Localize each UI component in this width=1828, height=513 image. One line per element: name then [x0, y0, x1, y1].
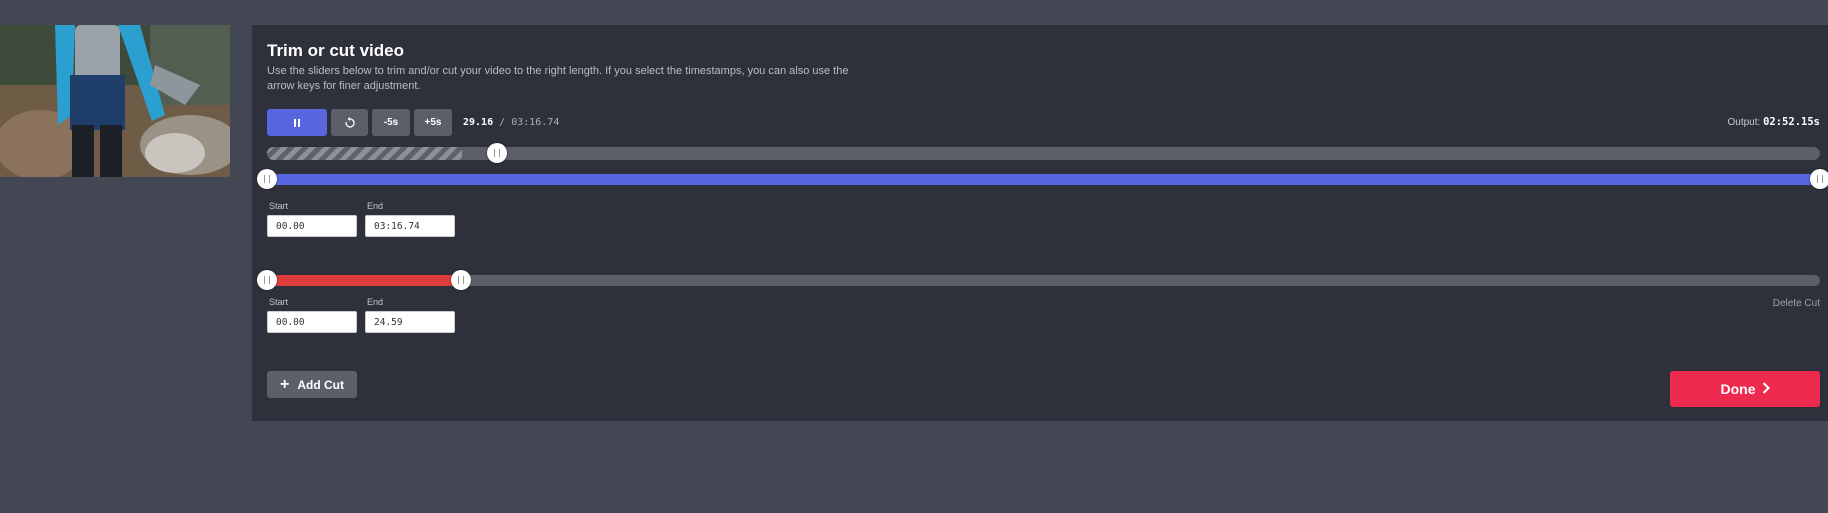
cut-start-handle[interactable]: [257, 270, 277, 290]
cut-end-handle[interactable]: [451, 270, 471, 290]
trim-range-bar: [267, 174, 1820, 185]
add-cut-label: Add Cut: [297, 377, 344, 392]
trim-start-input[interactable]: [267, 215, 357, 237]
output-label: Output:: [1727, 117, 1761, 128]
replay-icon: [344, 116, 355, 128]
playback-progress-played: [267, 147, 462, 160]
cut-start-input[interactable]: [267, 311, 357, 333]
cut-end-label: End: [367, 297, 384, 307]
plus-icon: +: [280, 375, 290, 393]
trim-end-input[interactable]: [365, 215, 455, 237]
output-duration: Output: 02:52.15s: [1728, 116, 1821, 128]
duration: 03:16.74: [511, 117, 560, 128]
timecode: 29.16 / 03:16.74: [463, 117, 559, 128]
rewind-5s-button[interactable]: -5s: [372, 109, 410, 136]
trim-start-label: Start: [269, 201, 289, 211]
done-label: Done: [1720, 381, 1756, 397]
cut-start-label: Start: [269, 297, 289, 307]
video-thumbnail: [0, 25, 230, 177]
current-time: 29.16: [463, 117, 494, 128]
pause-button[interactable]: [267, 109, 327, 136]
pause-icon: [294, 118, 300, 127]
trim-end-label: End: [367, 201, 384, 211]
cut-range-bar: [267, 275, 462, 286]
done-button[interactable]: Done: [1670, 371, 1820, 407]
forward-5s-button[interactable]: +5s: [414, 109, 452, 136]
playhead-handle[interactable]: [487, 143, 507, 163]
panel-title: Trim or cut video: [267, 41, 404, 60]
trim-panel: Trim or cut video Use the sliders below …: [252, 25, 1828, 421]
output-value: 02:52.15s: [1763, 116, 1820, 128]
replay-button[interactable]: [331, 109, 368, 136]
cut-end-input[interactable]: [365, 311, 455, 333]
trim-start-handle[interactable]: [257, 169, 277, 189]
trim-end-handle[interactable]: [1810, 169, 1828, 189]
cut-track: [267, 275, 1820, 286]
time-separator: /: [499, 117, 506, 128]
panel-description: Use the sliders below to trim and/or cut…: [267, 65, 849, 92]
playback-controls: -5s +5s 29.16 / 03:16.74: [267, 109, 559, 136]
delete-cut-link[interactable]: Delete Cut: [1773, 298, 1820, 309]
add-cut-button[interactable]: + Add Cut: [267, 371, 357, 398]
chevron-right-icon: [1762, 381, 1770, 397]
